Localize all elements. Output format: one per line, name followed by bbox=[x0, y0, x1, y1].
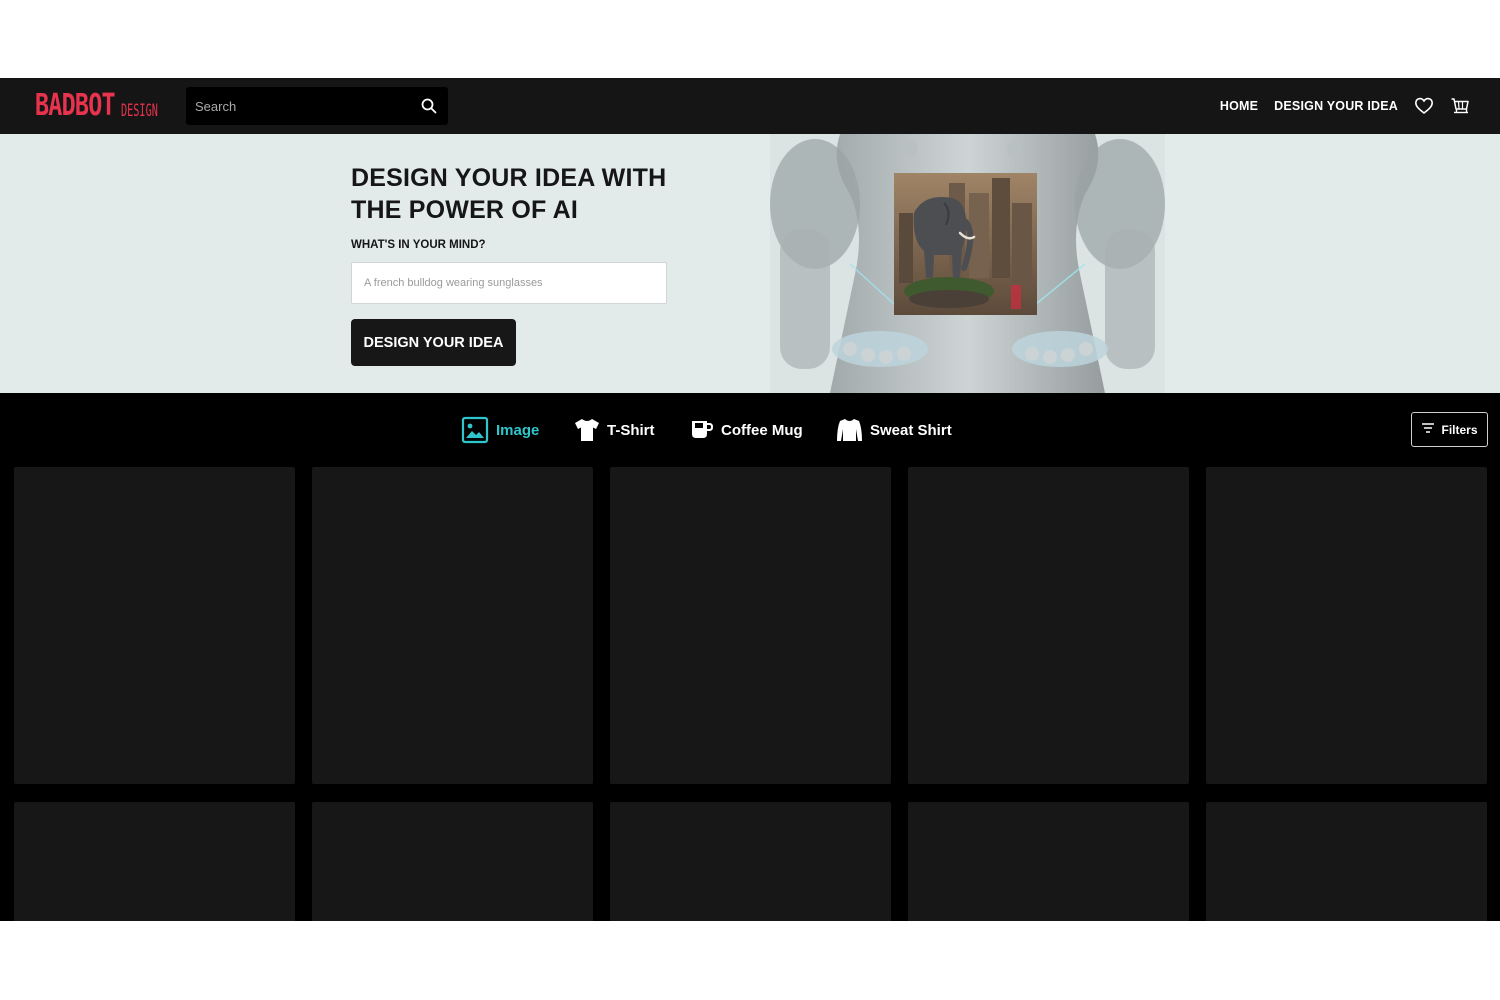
tab-tshirt[interactable]: T-Shirt bbox=[574, 416, 655, 444]
filters-button[interactable]: Filters bbox=[1411, 412, 1488, 447]
cart-icon[interactable] bbox=[1450, 96, 1470, 116]
idea-prompt-input[interactable] bbox=[351, 262, 667, 304]
product-card[interactable] bbox=[908, 802, 1189, 921]
mug-icon bbox=[690, 419, 714, 441]
sweatshirt-icon bbox=[836, 418, 863, 442]
nav-home-link[interactable]: HOME bbox=[1220, 99, 1258, 113]
prompt-label: WHAT'S IN YOUR MIND? bbox=[351, 239, 486, 251]
product-card[interactable] bbox=[1206, 802, 1487, 921]
search-box bbox=[186, 87, 448, 125]
product-card[interactable] bbox=[312, 802, 593, 921]
elephant-artwork bbox=[894, 173, 1037, 315]
tab-coffee-mug[interactable]: Coffee Mug bbox=[690, 416, 803, 444]
image-icon bbox=[461, 416, 489, 444]
search-icon[interactable] bbox=[420, 97, 438, 115]
main-nav: HOME DESIGN YOUR IDEA bbox=[1220, 78, 1470, 134]
design-your-idea-button[interactable]: DESIGN YOUR IDEA bbox=[351, 319, 516, 366]
product-card[interactable] bbox=[610, 802, 891, 921]
hero-banner: DESIGN YOUR IDEA WITH THE POWER OF AI WH… bbox=[0, 134, 1500, 393]
filters-label: Filters bbox=[1441, 422, 1478, 437]
category-tabs: Image T-Shirt Coffee Mug Sweat Shirt Fil… bbox=[0, 393, 1500, 466]
logo-wordmark: BADBOT bbox=[35, 88, 116, 123]
tab-sweat-shirt-label: Sweat Shirt bbox=[870, 421, 952, 439]
hero-title: DESIGN YOUR IDEA WITH THE POWER OF AI bbox=[351, 164, 667, 224]
tab-coffee-mug-label: Coffee Mug bbox=[721, 421, 803, 439]
filter-icon bbox=[1421, 422, 1435, 437]
brand-logo[interactable]: BADBOT DESIGN bbox=[35, 88, 183, 123]
product-card[interactable] bbox=[610, 467, 891, 784]
tshirt-icon bbox=[574, 418, 600, 442]
tab-image[interactable]: Image bbox=[461, 416, 539, 444]
top-navbar: BADBOT DESIGN HOME DESIGN YOUR IDEA bbox=[0, 78, 1500, 134]
search-input[interactable] bbox=[186, 87, 416, 125]
tab-sweat-shirt[interactable]: Sweat Shirt bbox=[836, 416, 952, 444]
nav-design-link[interactable]: DESIGN YOUR IDEA bbox=[1274, 99, 1398, 113]
product-card[interactable] bbox=[312, 467, 593, 784]
product-card[interactable] bbox=[14, 802, 295, 921]
product-card[interactable] bbox=[1206, 467, 1487, 784]
product-card[interactable] bbox=[14, 467, 295, 784]
tab-tshirt-label: T-Shirt bbox=[607, 421, 655, 439]
product-card[interactable] bbox=[908, 467, 1189, 784]
logo-subtext: DESIGN bbox=[121, 101, 159, 121]
heart-icon[interactable] bbox=[1414, 96, 1434, 116]
tab-image-label: Image bbox=[496, 421, 540, 439]
app-frame: BADBOT DESIGN HOME DESIGN YOUR IDEA DESI… bbox=[0, 78, 1500, 921]
